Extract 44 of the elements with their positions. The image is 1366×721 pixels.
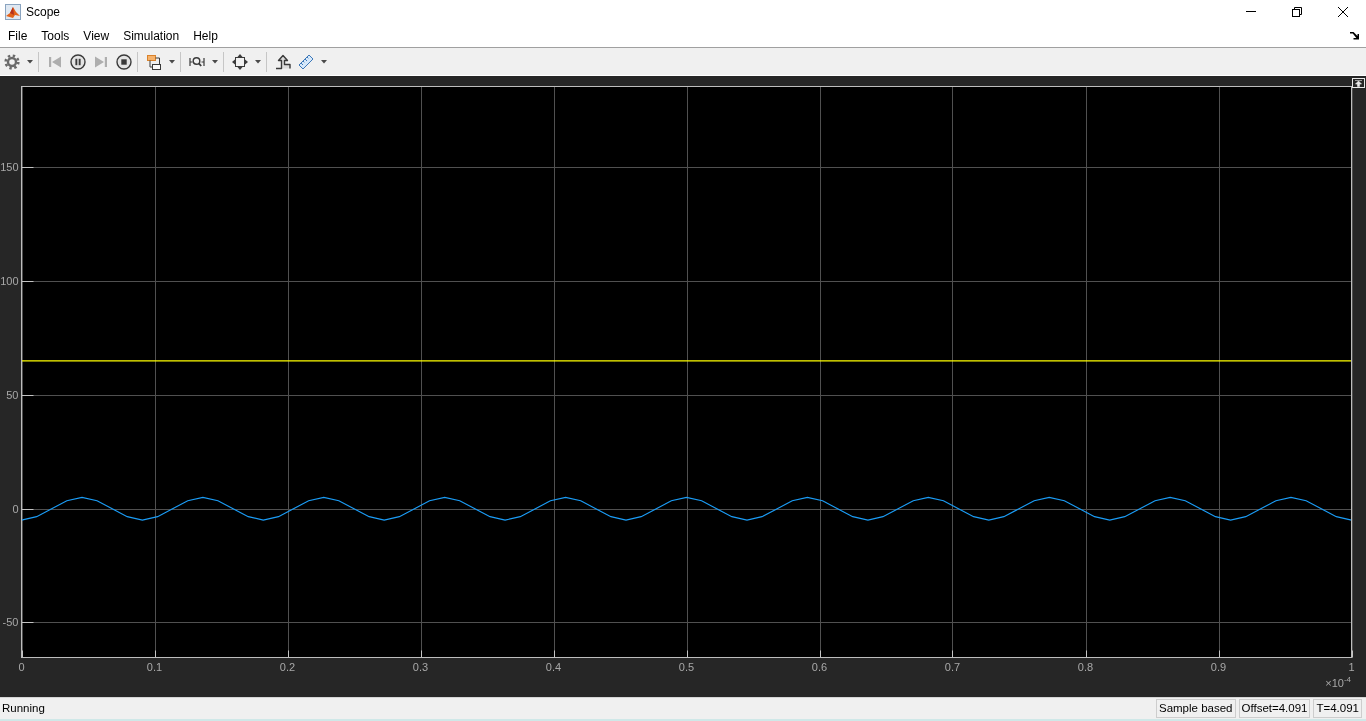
tick-label: 100 bbox=[0, 275, 19, 288]
caret-icon[interactable] bbox=[321, 59, 327, 64]
up-arrow-box-icon[interactable] bbox=[1352, 78, 1365, 88]
block-diagram-icon[interactable] bbox=[146, 53, 162, 70]
pause-icon[interactable] bbox=[70, 53, 86, 70]
four-arrows-icon[interactable] bbox=[232, 53, 248, 70]
down-right-arrow-icon[interactable] bbox=[1350, 31, 1360, 40]
step-arrow-icon[interactable] bbox=[275, 53, 291, 70]
tick-label: 1 bbox=[1348, 661, 1355, 673]
tick-label: 0.1 bbox=[146, 661, 163, 673]
tick-label: 50 bbox=[6, 389, 19, 401]
tick-label: 0.8 bbox=[1077, 661, 1094, 673]
status-field: Offset=4.091 bbox=[1238, 698, 1311, 718]
status-field: Sample based bbox=[1155, 698, 1236, 718]
caret-icon[interactable] bbox=[212, 59, 218, 64]
tick-label: 0.3 bbox=[412, 661, 429, 673]
tick-label: 0.4 bbox=[545, 661, 562, 673]
menu-item[interactable]: Help bbox=[186, 26, 225, 45]
tick-label: -50 bbox=[2, 616, 19, 629]
stop-icon[interactable] bbox=[116, 53, 132, 70]
menu-item[interactable]: File bbox=[1, 26, 35, 45]
tick-label: 0.9 bbox=[1210, 661, 1227, 673]
tick-label: 0.5 bbox=[678, 661, 695, 673]
tick-label: 150 bbox=[0, 161, 19, 174]
tick-label: 0 bbox=[12, 502, 19, 515]
restore-icon[interactable] bbox=[1292, 6, 1302, 17]
caret-icon[interactable] bbox=[27, 59, 33, 64]
caret-icon[interactable] bbox=[255, 59, 261, 64]
menu-item[interactable]: View bbox=[76, 26, 117, 45]
gear-icon[interactable] bbox=[4, 53, 20, 70]
window-title: Scope bbox=[26, 4, 61, 19]
ruler-icon[interactable] bbox=[298, 53, 314, 70]
axis-multiplier: ×10$^{-4}$ bbox=[1325, 677, 1351, 690]
status-text: Running bbox=[2, 702, 45, 714]
menu-item[interactable]: Simulation bbox=[116, 26, 187, 45]
tick-label: 0 bbox=[18, 661, 25, 673]
tick-label: 0.7 bbox=[944, 661, 961, 673]
tick-label: 0.2 bbox=[279, 661, 296, 673]
tick-label: 0.6 bbox=[811, 661, 828, 673]
close-icon[interactable] bbox=[1338, 6, 1348, 17]
status-field: T=4.091 bbox=[1313, 698, 1362, 718]
caret-icon[interactable] bbox=[169, 59, 175, 64]
menu-item[interactable]: Tools bbox=[34, 26, 77, 45]
app-logo-icon bbox=[5, 3, 21, 20]
